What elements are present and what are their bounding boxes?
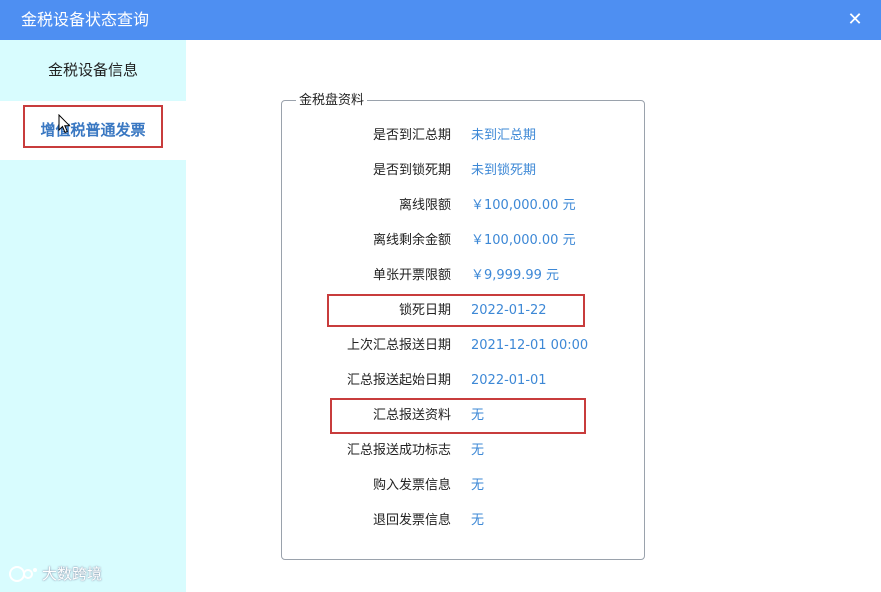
row-value: 未到汇总期 [471, 128, 537, 143]
row-label: 汇总报送成功标志 [346, 443, 451, 458]
info-row: 是否到汇总期 未到汇总期 [282, 124, 644, 148]
row-label: 单张开票限额 [372, 268, 451, 283]
row-label: 汇总报送起始日期 [346, 373, 451, 388]
watermark-text: 大数跨境 [42, 565, 103, 583]
info-row: 是否到锁死期 未到锁死期 [282, 159, 644, 183]
row-value: 无 [471, 478, 485, 493]
window-title: 金税设备状态查询 [21, 10, 150, 29]
info-row: 上次汇总报送日期 2021-12-01 00:00 [282, 334, 644, 358]
info-row: 退回发票信息 无 [282, 509, 644, 533]
info-row: 离线剩余金额 ￥100,000.00 元 [282, 229, 644, 253]
info-row: 汇总报送成功标志 无 [282, 439, 644, 463]
highlight-box-sidebar-item [23, 105, 163, 148]
row-label: 退回发票信息 [372, 513, 451, 528]
row-value: ￥100,000.00 元 [471, 198, 576, 213]
row-value: 无 [471, 443, 485, 458]
info-row: 单张开票限额 ￥9,999.99 元 [282, 264, 644, 288]
sidebar-item-tax-device-info[interactable]: 金税设备信息 [0, 40, 186, 101]
panel-legend: 金税盘资料 [296, 93, 368, 109]
highlight-box-lock-date [327, 294, 585, 327]
row-label: 是否到锁死期 [372, 163, 451, 178]
row-label: 离线剩余金额 [372, 233, 451, 248]
watermark-logo-icon [9, 565, 37, 582]
close-icon[interactable]: ✕ [836, 0, 874, 40]
row-value: 2022-01-01 [471, 373, 547, 388]
title-bar: 金税设备状态查询 ✕ [0, 0, 881, 40]
row-label: 是否到汇总期 [372, 128, 451, 143]
row-value: 无 [471, 513, 485, 528]
info-row: 离线限额 ￥100,000.00 元 [282, 194, 644, 218]
info-row: 汇总报送起始日期 2022-01-01 [282, 369, 644, 393]
info-row: 购入发票信息 无 [282, 474, 644, 498]
mouse-cursor-icon [58, 114, 71, 134]
row-value: ￥100,000.00 元 [471, 233, 576, 248]
row-value: 未到锁死期 [471, 163, 537, 178]
row-label: 购入发票信息 [372, 478, 451, 493]
row-value: ￥9,999.99 元 [471, 268, 560, 283]
watermark: 大数跨境 [8, 563, 102, 584]
highlight-box-summary-data [330, 398, 586, 434]
row-value: 2021-12-01 00:00 [471, 338, 589, 353]
row-label: 上次汇总报送日期 [346, 338, 451, 353]
row-label: 离线限额 [398, 198, 451, 213]
